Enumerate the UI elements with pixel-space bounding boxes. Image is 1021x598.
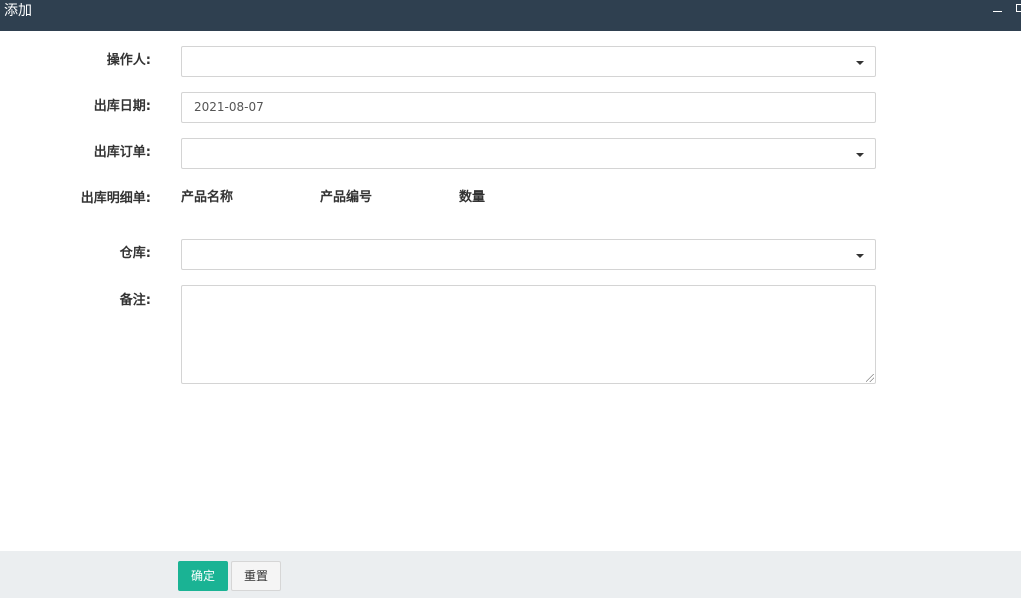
dialog-footer: 确定 重置	[0, 551, 1021, 598]
maximize-icon[interactable]	[1016, 4, 1021, 12]
reset-button[interactable]: 重置	[231, 561, 281, 591]
remark-textarea[interactable]	[181, 285, 876, 384]
warehouse-label: 仓库:	[119, 246, 151, 261]
column-product-name: 产品名称	[181, 190, 234, 205]
out-order-select[interactable]	[181, 138, 876, 169]
operator-select[interactable]	[181, 46, 876, 77]
warehouse-select[interactable]	[181, 239, 876, 270]
remark-label: 备注:	[119, 293, 151, 308]
dialog-titlebar: 添加	[0, 0, 1021, 31]
confirm-button[interactable]: 确定	[178, 561, 228, 591]
minimize-icon[interactable]	[990, 2, 1004, 16]
out-date-label: 出库日期:	[93, 99, 151, 114]
dialog-title: 添加	[4, 3, 32, 19]
out-order-label: 出库订单:	[93, 145, 151, 160]
out-detail-label: 出库明细单:	[80, 191, 151, 206]
out-date-input[interactable]: 2021-08-07	[181, 92, 876, 123]
operator-label: 操作人:	[106, 53, 151, 68]
column-product-code: 产品编号	[320, 190, 373, 205]
chevron-down-icon	[856, 153, 864, 157]
resize-grip-icon[interactable]	[866, 374, 874, 382]
chevron-down-icon	[856, 254, 864, 258]
column-quantity: 数量	[459, 190, 486, 205]
chevron-down-icon	[856, 61, 864, 65]
